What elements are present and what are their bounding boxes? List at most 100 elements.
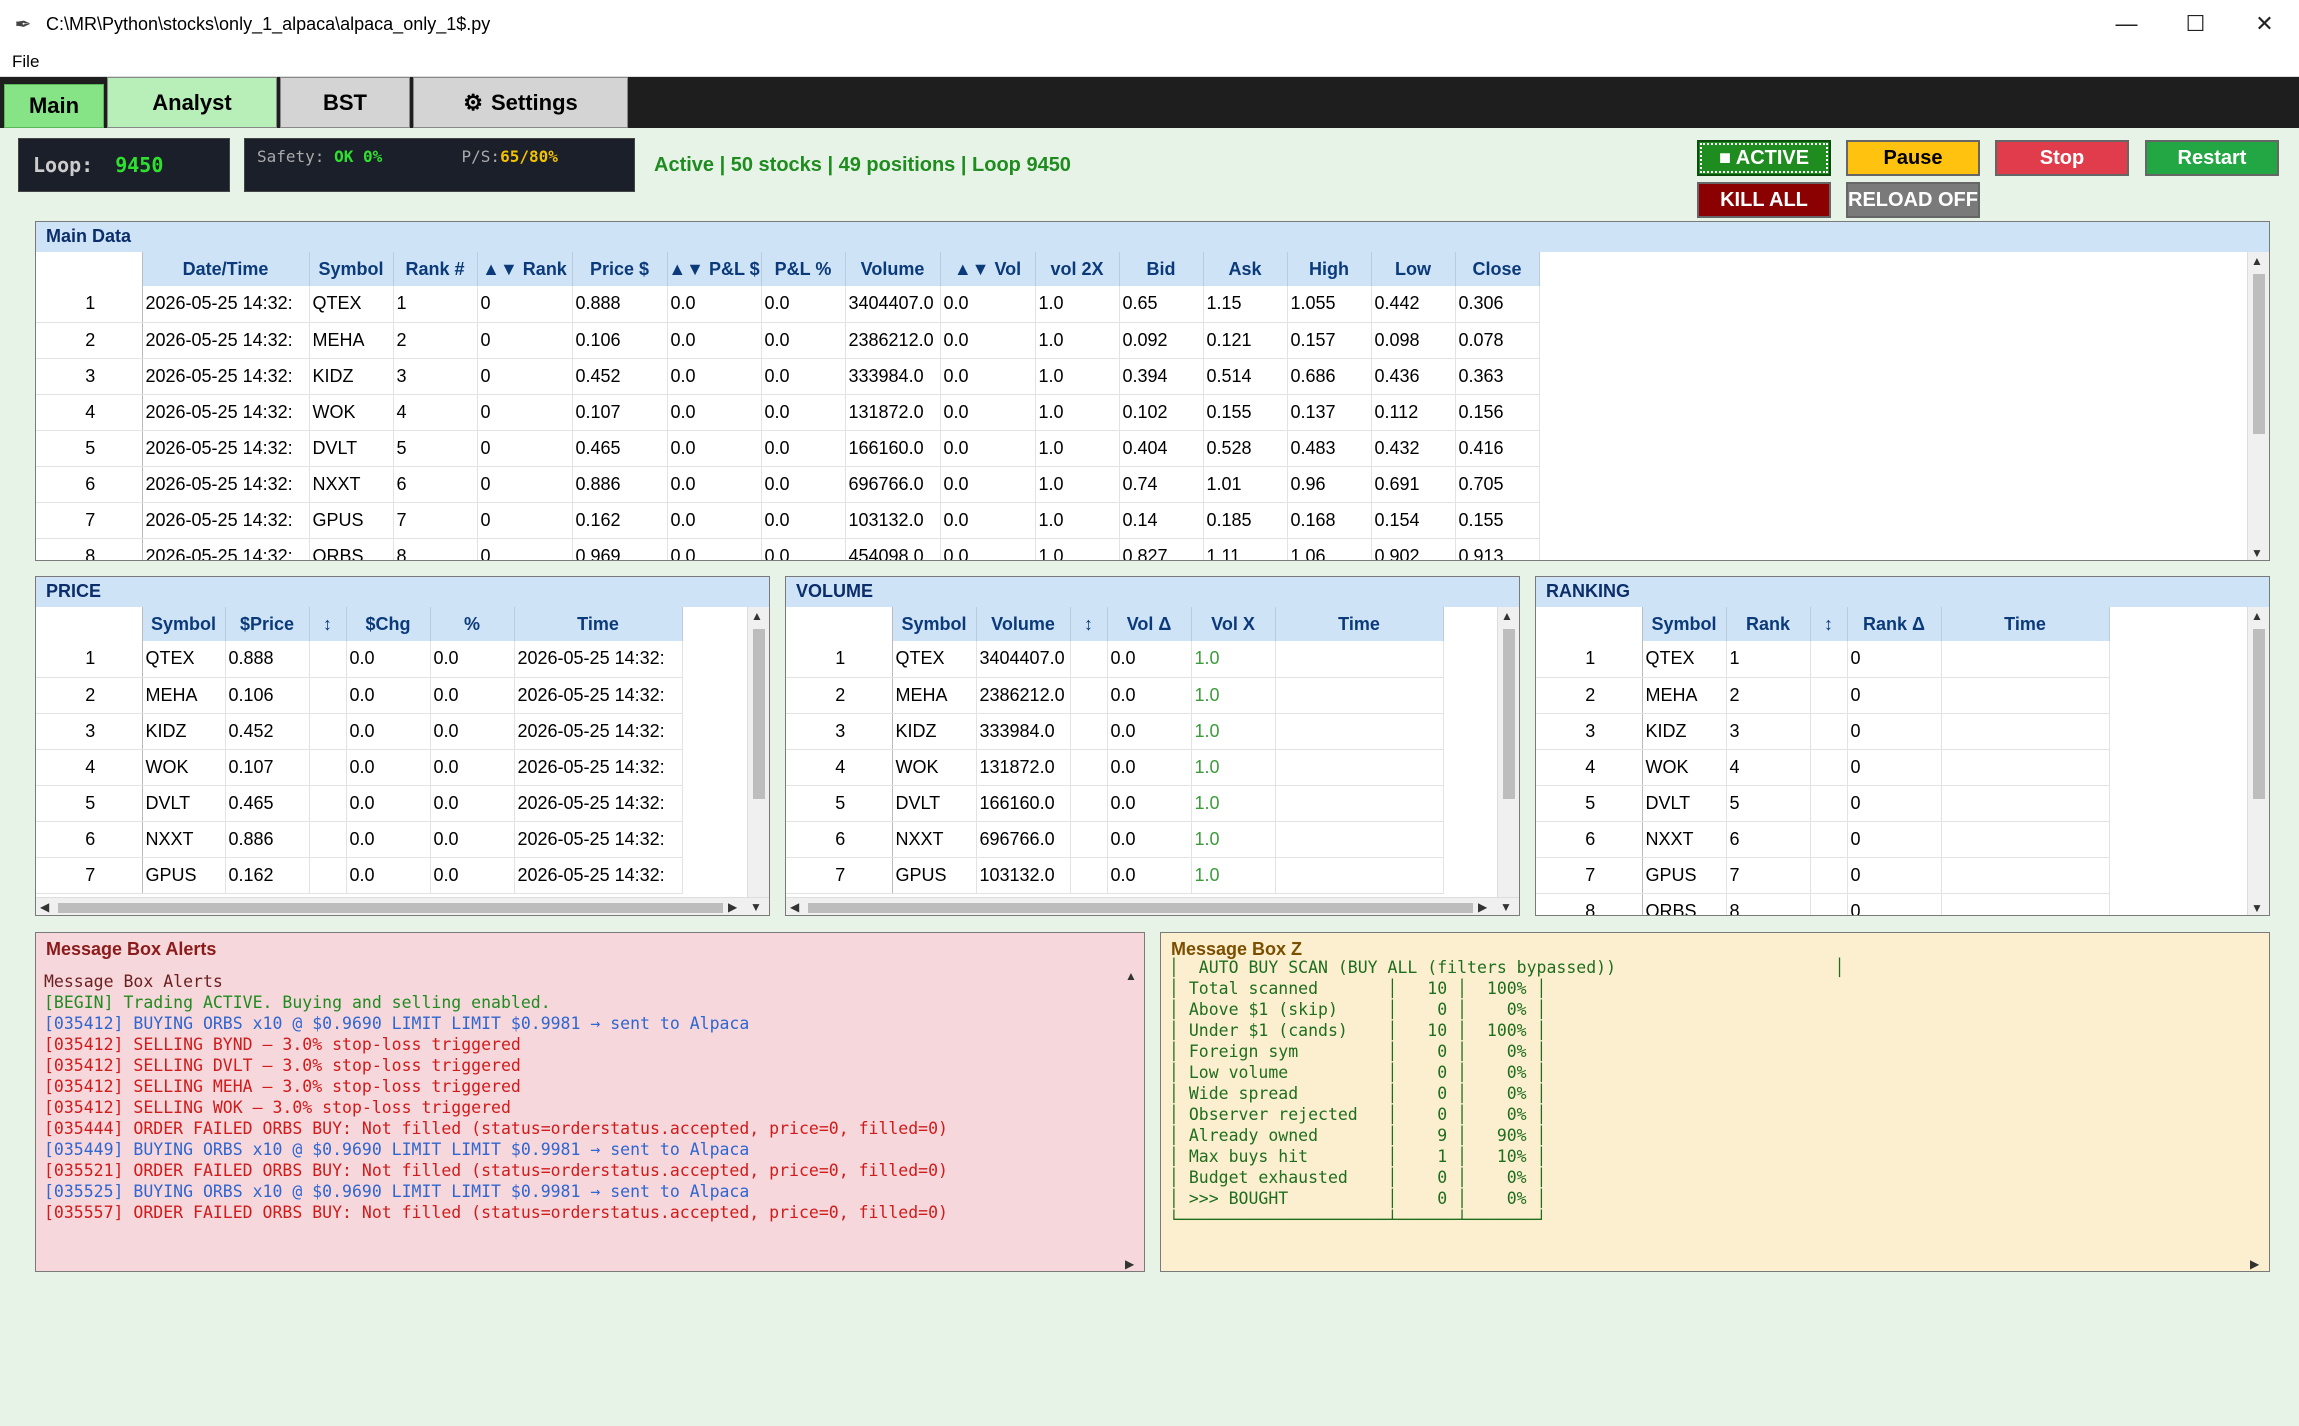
column-header[interactable]: High [1287,252,1372,286]
scroll-right-icon[interactable]: ▶ [1478,900,1487,914]
ranking-vscroll[interactable]: ▲ ▼ [2247,607,2269,915]
table-row[interactable]: 4 WOK 131872.0 0.0 1.0 [786,749,1444,786]
tab-main[interactable]: Main [4,84,104,128]
column-header[interactable]: Symbol [309,252,394,286]
table-row[interactable]: 1 2026-05-25 14:32: QTEX 1 0 0.888 0.0 0.0 34044… [36,286,1540,323]
restart-button[interactable]: Restart [2145,140,2279,176]
table-row[interactable]: 2 MEHA 2 0 [1536,677,2110,714]
column-header[interactable]: $Chg [346,607,431,641]
tab-analyst[interactable]: Analyst [107,77,277,128]
column-header[interactable]: Vol X [1191,607,1276,641]
close-button[interactable]: ✕ [2230,0,2299,48]
main-data-grid[interactable]: Date/Time Symbol Rank # ▲▼ Rank Price $ ▲▼ P&… [36,252,2248,560]
reload-button[interactable]: RELOAD OFF [1846,182,1980,218]
main-data-vscroll[interactable]: ▲ ▼ [2247,252,2269,560]
table-row[interactable]: 1 QTEX 1 0 [1536,641,2110,678]
column-header[interactable]: vol 2X [1035,252,1120,286]
alerts-vscroll[interactable]: ▲ ▶ [1122,967,1144,1271]
column-header[interactable]: Rank # [393,252,478,286]
column-header[interactable]: ▲▼ P&L $ [667,252,762,286]
scroll-up-icon[interactable]: ▲ [2251,609,2263,623]
table-row[interactable]: 8 2026-05-25 14:32: ORBS 8 0 0.969 0.0 0.0 45409… [36,538,1540,560]
column-header[interactable]: Symbol [142,607,226,641]
table-row[interactable]: 3 2026-05-25 14:32: KIDZ 3 0 0.452 0.0 0.0 33398… [36,358,1540,395]
table-row[interactable]: 7 2026-05-25 14:32: GPUS 7 0 0.162 0.0 0.0 10313… [36,502,1540,539]
column-header[interactable]: ↕ [1810,607,1848,641]
scroll-thumb[interactable] [1503,629,1515,799]
pause-button[interactable]: Pause [1846,140,1980,176]
table-row[interactable]: 6 NXXT 0.886 0.0 0.0 2026-05-25 14:32: [36,821,683,858]
column-header[interactable]: Time [1941,607,2110,641]
table-row[interactable]: 3 KIDZ 3 0 [1536,713,2110,750]
scroll-thumb[interactable] [2253,629,2265,799]
scroll-thumb[interactable] [58,903,723,913]
scroll-down-icon[interactable]: ▼ [2251,546,2263,560]
scroll-up-icon[interactable]: ▲ [1125,969,1137,983]
scroll-up-icon[interactable]: ▲ [751,609,763,623]
table-row[interactable]: 6 NXXT 6 0 [1536,821,2110,858]
table-row[interactable]: 2 MEHA 0.106 0.0 0.0 2026-05-25 14:32: [36,677,683,714]
column-header[interactable]: Date/Time [142,252,310,286]
table-row[interactable]: 3 KIDZ 0.452 0.0 0.0 2026-05-25 14:32: [36,713,683,750]
column-header[interactable]: Time [514,607,683,641]
price-grid[interactable]: Symbol $Price ↕ $Chg% Time 1 QTEX 0.888 0.0 0.0 2… [36,607,748,897]
scroll-up-icon[interactable]: ▲ [1501,609,1513,623]
table-row[interactable]: 1 QTEX 0.888 0.0 0.0 2026-05-25 14:32: [36,641,683,678]
column-header[interactable]: ▲▼ Rank [477,252,573,286]
column-header[interactable]: Rank [1726,607,1811,641]
volume-grid[interactable]: Symbol Volume ↕ Vol Δ Vol X Time 1 QTEX 3404407… [786,607,1498,897]
table-row[interactable]: 5 DVLT 166160.0 0.0 1.0 [786,785,1444,822]
scroll-right-icon[interactable]: ▶ [2250,1257,2259,1271]
stop-button[interactable]: Stop [1995,140,2129,176]
scroll-down-icon[interactable]: ▼ [1500,900,1512,914]
column-header[interactable]: Symbol [1642,607,1727,641]
table-row[interactable]: 6 2026-05-25 14:32: NXXT 6 0 0.886 0.0 0.0 69676… [36,466,1540,503]
table-row[interactable]: 6 NXXT 696766.0 0.0 1.0 [786,821,1444,858]
alerts-log[interactable]: Message Box Alerts [BEGIN] Trading ACTIVE… [36,967,1144,1227]
scroll-thumb[interactable] [753,629,765,799]
volume-vscroll[interactable]: ▲ [1497,607,1519,897]
ranking-grid[interactable]: Symbol Rank ↕ Rank Δ Time 1 QTEX 1 0 2 MEHA 2 0 3 KID… [1536,607,2248,915]
table-row[interactable]: 5 2026-05-25 14:32: DVLT 5 0 0.465 0.0 0.0 16616… [36,430,1540,467]
scroll-thumb[interactable] [2253,274,2265,434]
table-row[interactable]: 4 2026-05-25 14:32: WOK 4 0 0.107 0.0 0.0 131872… [36,394,1540,431]
column-header[interactable]: Bid [1119,252,1204,286]
maximize-button[interactable]: ☐ [2161,0,2230,48]
table-row[interactable]: 7 GPUS 0.162 0.0 0.0 2026-05-25 14:32: [36,857,683,894]
column-header[interactable]: Rank Δ [1847,607,1942,641]
table-row[interactable]: 4 WOK 4 0 [1536,749,2110,786]
volume-hscroll[interactable]: ◀ ▶ ▼ [786,897,1519,915]
scroll-right-icon[interactable]: ▶ [1125,1257,1134,1271]
table-row[interactable]: 7 GPUS 103132.0 0.0 1.0 [786,857,1444,894]
column-header[interactable]: Symbol [892,607,977,641]
table-row[interactable]: 8 ORBS 8 0 [1536,893,2110,915]
table-row[interactable]: 2 MEHA 2386212.0 0.0 1.0 [786,677,1444,714]
tab-settings[interactable]: ⚙ Settings [413,77,628,128]
column-header[interactable]: ▲▼ Vol [940,252,1036,286]
column-header[interactable]: P&L % [761,252,846,286]
column-header[interactable]: Volume [845,252,941,286]
scroll-up-icon[interactable]: ▲ [2251,254,2263,268]
scroll-left-icon[interactable]: ◀ [40,900,49,914]
column-header[interactable]: $Price [225,607,310,641]
tab-bst[interactable]: BST [280,77,410,128]
kill-all-button[interactable]: KILL ALL [1697,182,1831,218]
column-header[interactable]: Low [1371,252,1456,286]
scroll-thumb[interactable] [808,903,1473,913]
msgz-vscroll[interactable]: ▶ [2247,967,2269,1271]
scroll-right-icon[interactable]: ▶ [728,900,737,914]
column-header[interactable]: Time [1275,607,1444,641]
column-header[interactable]: Volume [976,607,1071,641]
column-header[interactable]: Vol Δ [1107,607,1192,641]
table-row[interactable]: 4 WOK 0.107 0.0 0.0 2026-05-25 14:32: [36,749,683,786]
column-header[interactable]: % [430,607,515,641]
column-header[interactable]: Close [1455,252,1540,286]
table-row[interactable]: 1 QTEX 3404407.0 0.0 1.0 [786,641,1444,678]
table-row[interactable]: 7 GPUS 7 0 [1536,857,2110,894]
scroll-left-icon[interactable]: ◀ [790,900,799,914]
menu-file[interactable]: File [0,48,51,76]
scroll-down-icon[interactable]: ▼ [2251,901,2263,915]
column-header[interactable]: ↕ [1070,607,1108,641]
column-header[interactable]: Price $ [572,252,668,286]
table-row[interactable]: 5 DVLT 5 0 [1536,785,2110,822]
